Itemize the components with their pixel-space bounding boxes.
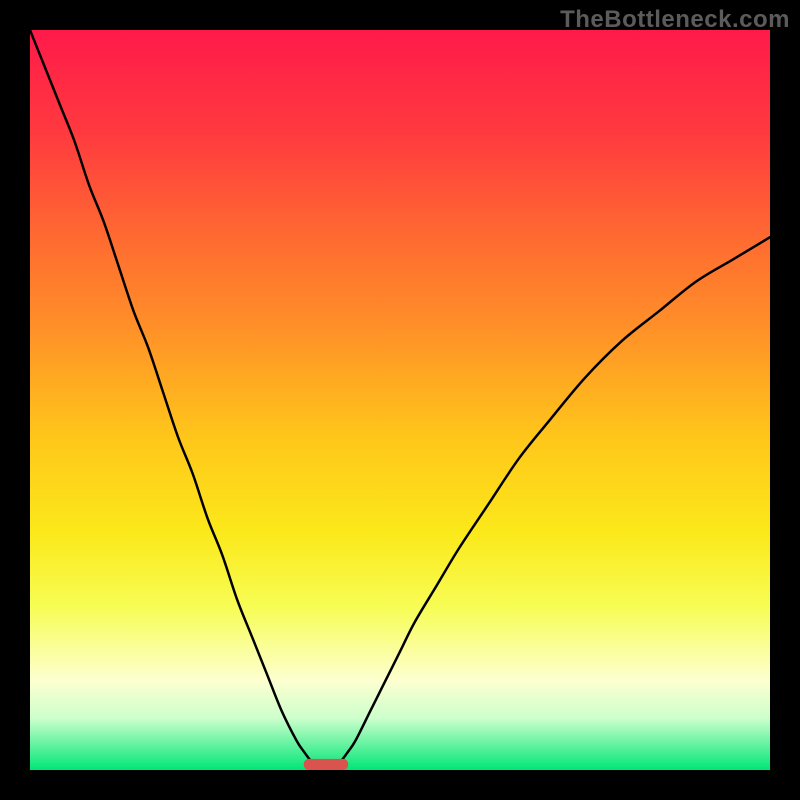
plot-frame [30,30,770,770]
curve-svg [30,30,770,770]
bottleneck-curve-path [30,30,770,770]
optimal-range-marker [304,759,348,770]
chart-container: TheBottleneck.com [0,0,800,800]
watermark-text: TheBottleneck.com [560,6,790,34]
